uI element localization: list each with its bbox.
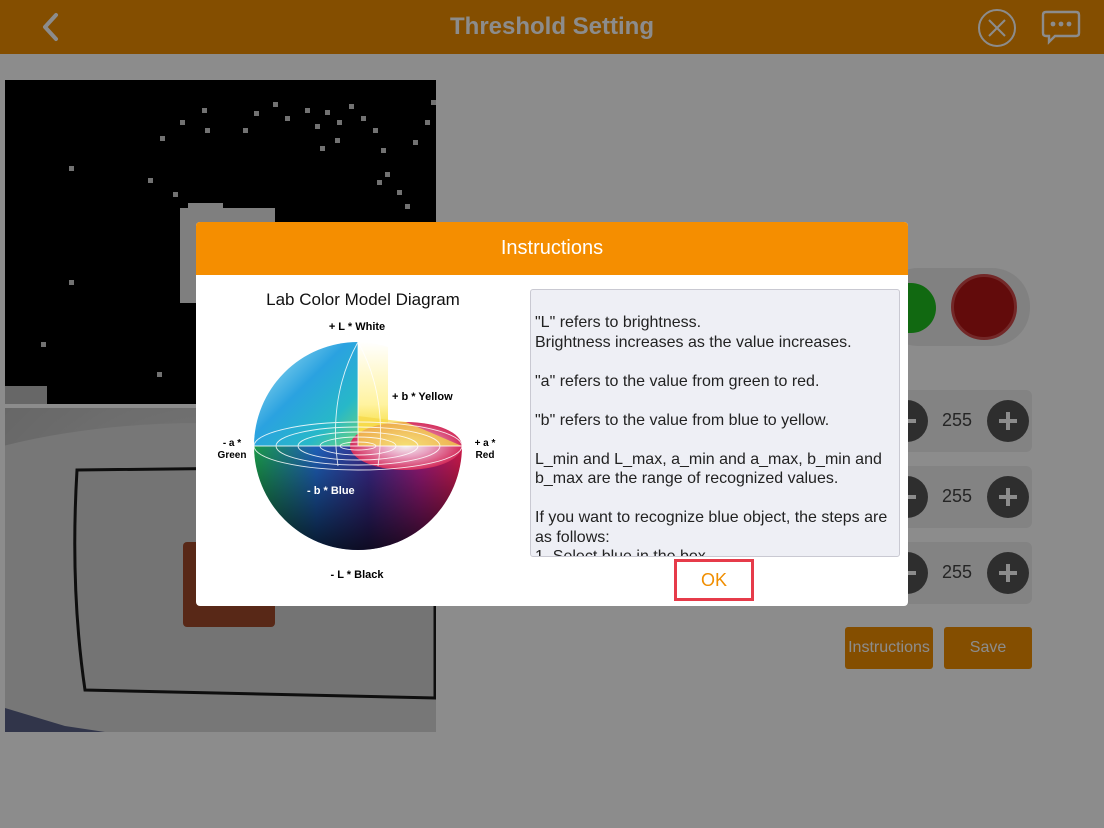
- text-step-1: 1. Select blue in the box.: [535, 548, 711, 557]
- instructions-text-scroll[interactable]: "L" refers to brightness. Brightness incr…: [530, 289, 900, 557]
- text-l-line1: "L" refers to brightness.: [535, 314, 702, 331]
- instructions-text: "L" refers to brightness. Brightness incr…: [535, 313, 897, 557]
- text-a: "a" refers to the value from green to re…: [535, 372, 820, 390]
- axis-label-yellow: + b * Yellow: [392, 391, 453, 403]
- axis-label-red: Red: [476, 450, 495, 461]
- axis-label-white: + L * White: [329, 321, 385, 333]
- axis-label-neg-a: - a *: [223, 438, 241, 449]
- axis-label-blue: - b * Blue: [307, 485, 355, 497]
- text-steps-intro: If you want to recognize blue object, th…: [535, 509, 888, 546]
- instructions-dialog: Instructions Lab Color Model Diagram + L…: [196, 222, 908, 606]
- text-b: "b" refers to the value from blue to yel…: [535, 411, 830, 429]
- ok-button[interactable]: OK: [674, 559, 754, 601]
- dialog-title: Instructions: [196, 222, 908, 275]
- text-l-line2: Brightness increases as the value increa…: [535, 333, 852, 351]
- lab-color-sphere-diagram: + L * White - a * Green + a * Red + b * …: [218, 321, 496, 581]
- text-range: L_min and L_max, a_min and a_max, b_min …: [535, 450, 882, 488]
- diagram-title: Lab Color Model Diagram: [266, 290, 460, 309]
- axis-label-pos-a: + a *: [475, 438, 496, 449]
- axis-label-green: Green: [218, 450, 247, 461]
- axis-label-black: - L * Black: [331, 569, 385, 581]
